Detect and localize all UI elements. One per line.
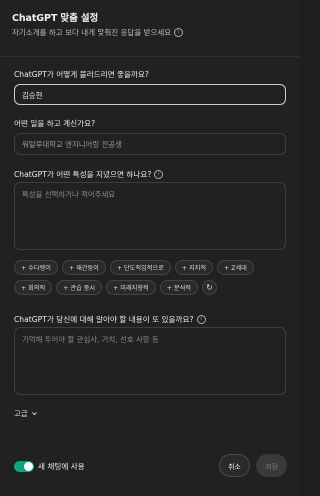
- traits-textarea[interactable]: 특성을 선택하거나 적어주세요: [14, 182, 286, 250]
- trait-chip-witty[interactable]: + 재간둥이: [61, 260, 106, 275]
- trait-chip-genz[interactable]: + Z세대: [217, 260, 254, 275]
- trait-chip-row-2: + 회의적 + 관습 중시 + 미래지향적 + 분석적 ↻: [14, 280, 288, 295]
- cancel-button[interactable]: 취소: [219, 454, 250, 477]
- toggle-knob: [24, 462, 33, 471]
- trait-chip-forward-thinking[interactable]: + 미래지향적: [106, 280, 156, 295]
- trait-chips: + 수다쟁이 + 재간둥이 + 단도직입적으로 + 지지적 + Z세대 + 회의…: [14, 260, 288, 300]
- trait-chip-row-1: + 수다쟁이 + 재간둥이 + 단도직입적으로 + 지지적 + Z세대: [14, 260, 288, 275]
- dialog-footer: 새 채팅에 사용 취소 저장: [0, 440, 300, 496]
- advanced-label: 고급: [14, 409, 28, 418]
- more-label: ChatGPT가 당신에 대해 알아야 할 내용이 또 있을까요? i: [14, 314, 206, 325]
- more-placeholder: 기억해 두어야 할 관심사, 가치, 선호 사항 등: [22, 335, 159, 344]
- job-input[interactable]: 워털루대학교 엔지니어링 전공생: [14, 133, 286, 155]
- name-label: ChatGPT가 어떻게 불러드리면 좋을까요?: [14, 70, 149, 79]
- trait-chip-supportive[interactable]: + 지지적: [174, 260, 214, 275]
- dialog-title: ChatGPT 맞춤 설정: [12, 13, 99, 24]
- toggle-label: 새 채팅에 사용: [38, 462, 85, 471]
- chevron-down-icon: [31, 412, 37, 416]
- customize-chatgpt-dialog: ChatGPT 맞춤 설정 자기소개를 하고 보다 내게 맞춰진 응답을 받으세…: [0, 0, 300, 496]
- use-in-new-chats-toggle[interactable]: [14, 461, 34, 472]
- trait-chip-analytical[interactable]: + 분석적: [159, 280, 198, 295]
- trait-chip-traditional[interactable]: + 관습 중시: [56, 280, 103, 295]
- dialog-subtitle: 자기소개를 하고 보다 내게 맞춰진 응답을 받으세요 i: [12, 27, 288, 38]
- refresh-icon[interactable]: ↻: [201, 280, 217, 295]
- traits-placeholder: 특성을 선택하거나 적어주세요: [22, 190, 116, 199]
- trait-chip-straight[interactable]: + 단도직입적으로: [109, 260, 171, 275]
- header-divider: [0, 56, 300, 57]
- traits-label-text: ChatGPT가 어떤 특성을 지녔으면 하나요?: [14, 170, 152, 179]
- job-label: 어떤 일을 하고 계신가요?: [14, 119, 96, 128]
- more-label-text: ChatGPT가 당신에 대해 알아야 할 내용이 또 있을까요?: [14, 315, 194, 324]
- more-info-icon[interactable]: i: [196, 315, 206, 324]
- advanced-toggle[interactable]: 고급: [14, 408, 38, 419]
- more-textarea[interactable]: 기억해 두어야 할 관심사, 가치, 선호 사항 등: [14, 327, 286, 395]
- name-input-value: 김승현: [22, 91, 43, 100]
- trait-chip-chatty[interactable]: + 수다쟁이: [14, 260, 58, 275]
- dialog-header: ChatGPT 맞춤 설정 자기소개를 하고 보다 내게 맞춰진 응답을 받으세…: [12, 10, 288, 38]
- name-input[interactable]: 김승현: [14, 84, 286, 105]
- trait-chip-skeptical[interactable]: + 회의적: [14, 280, 53, 295]
- traits-info-icon[interactable]: i: [154, 170, 164, 179]
- traits-label: ChatGPT가 어떤 특성을 지녔으면 하나요? i: [14, 169, 164, 180]
- info-icon[interactable]: i: [174, 28, 184, 37]
- job-input-value: 워털루대학교 엔지니어링 전공생: [22, 140, 122, 149]
- save-button[interactable]: 저장: [256, 454, 287, 477]
- dialog-subtitle-text: 자기소개를 하고 보다 내게 맞춰진 응답을 받으세요: [12, 28, 172, 37]
